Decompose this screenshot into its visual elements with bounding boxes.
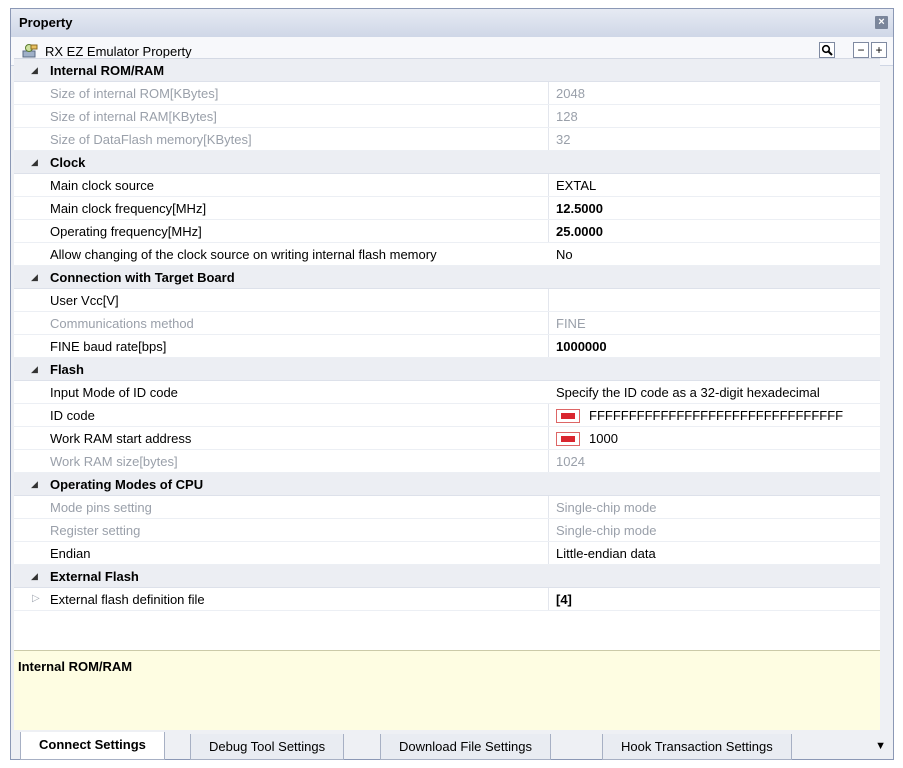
category-label: Operating Modes of CPU [50, 477, 204, 492]
property-value[interactable]: 25.0000 [556, 224, 603, 239]
property-name: FINE baud rate[bps] [50, 339, 167, 354]
property-name: Operating frequency[MHz] [50, 224, 202, 239]
hex-icon [556, 431, 580, 446]
property-name: External flash definition file [50, 592, 205, 607]
property-row: Size of internal ROM[KBytes] 2048 [14, 82, 880, 105]
property-row: Work RAM size[bytes] 1024 [14, 450, 880, 473]
property-row[interactable]: User Vcc[V] [14, 289, 880, 312]
property-name: Work RAM start address [50, 431, 192, 446]
property-value: FINE [556, 316, 586, 331]
category-clock[interactable]: ◢ Clock [14, 151, 880, 174]
category-connection[interactable]: ◢ Connection with Target Board [14, 266, 880, 289]
property-value[interactable]: 12.5000 [556, 201, 603, 216]
collapse-all-button[interactable]: − [853, 42, 869, 58]
property-row: Mode pins setting Single-chip mode [14, 496, 880, 519]
magnifier-icon [821, 44, 833, 56]
property-grid: ◢ Internal ROM/RAM Size of internal ROM[… [14, 58, 880, 651]
close-icon[interactable]: × [875, 16, 888, 29]
property-row[interactable]: Endian Little-endian data [14, 542, 880, 565]
property-value[interactable]: No [556, 247, 573, 262]
tab-download-file-settings[interactable]: Download File Settings [380, 734, 551, 760]
property-value: 1024 [556, 454, 585, 469]
property-value-container[interactable]: FFFFFFFFFFFFFFFFFFFFFFFFFFFFFFFF [556, 408, 843, 424]
property-name: Main clock source [50, 178, 155, 193]
property-value[interactable]: 1000000 [556, 339, 607, 354]
category-label: External Flash [50, 569, 139, 584]
property-name: Main clock frequency[MHz] [50, 201, 207, 216]
property-row: Size of DataFlash memory[KBytes] 32 [14, 128, 880, 151]
collapse-triangle-icon[interactable]: ◢ [31, 479, 38, 490]
property-row[interactable]: Operating frequency[MHz] 25.0000 [14, 220, 880, 243]
category-operating-modes[interactable]: ◢ Operating Modes of CPU [14, 473, 880, 496]
expand-triangle-icon[interactable]: ▷ [32, 593, 40, 604]
property-subheader-label: RX EZ Emulator Property [45, 44, 192, 59]
property-value: 1000 [589, 431, 618, 446]
property-name: User Vcc[V] [50, 293, 119, 308]
property-value: 2048 [556, 86, 585, 101]
property-row[interactable]: FINE baud rate[bps] 1000000 [14, 335, 880, 358]
property-value: Single-chip mode [556, 500, 657, 515]
property-row[interactable]: Main clock source EXTAL [14, 174, 880, 197]
property-row[interactable]: Allow changing of the clock source on wr… [14, 243, 880, 266]
collapse-triangle-icon[interactable]: ◢ [31, 272, 38, 283]
property-name: Size of internal ROM[KBytes] [50, 86, 219, 101]
property-row: Register setting Single-chip mode [14, 519, 880, 542]
category-label: Connection with Target Board [50, 270, 235, 285]
property-name: Size of internal RAM[KBytes] [50, 109, 217, 124]
collapse-triangle-icon[interactable]: ◢ [31, 157, 38, 168]
search-button[interactable] [819, 42, 835, 58]
tab-bar: Connect Settings Debug Tool Settings Dow… [10, 728, 894, 760]
property-name: Register setting [50, 523, 141, 538]
collapse-triangle-icon[interactable]: ◢ [31, 65, 38, 76]
description-pane: Internal ROM/RAM [14, 650, 880, 730]
property-value[interactable]: Specify the ID code as a 32-digit hexade… [556, 385, 820, 400]
category-flash[interactable]: ◢ Flash [14, 358, 880, 381]
category-label: Flash [50, 362, 84, 377]
property-value[interactable]: EXTAL [556, 178, 596, 193]
tab-hook-transaction-settings[interactable]: Hook Transaction Settings [602, 734, 792, 760]
hex-icon [556, 408, 580, 423]
tab-connect-settings[interactable]: Connect Settings [20, 732, 165, 760]
collapse-triangle-icon[interactable]: ◢ [31, 571, 38, 582]
property-row: Communications method FINE [14, 312, 880, 335]
panel-title: Property [19, 15, 73, 30]
tab-debug-tool-settings[interactable]: Debug Tool Settings [190, 734, 345, 760]
property-value-container[interactable]: 1000 [556, 431, 618, 447]
property-row[interactable]: Input Mode of ID code Specify the ID cod… [14, 381, 880, 404]
property-name: Size of DataFlash memory[KBytes] [50, 132, 252, 147]
property-value[interactable]: Little-endian data [556, 546, 656, 561]
property-row[interactable]: Main clock frequency[MHz] 12.5000 [14, 197, 880, 220]
property-value: FFFFFFFFFFFFFFFFFFFFFFFFFFFFFFFF [589, 408, 844, 423]
property-name: Communications method [50, 316, 194, 331]
property-row[interactable]: ID code FFFFFFFFFFFFFFFFFFFFFFFFFFFFFFFF [14, 404, 880, 427]
property-value[interactable]: [4] [556, 592, 572, 607]
category-external-flash[interactable]: ◢ External Flash [14, 565, 880, 588]
panel-titlebar: Property × [11, 9, 893, 38]
property-name: Mode pins setting [50, 500, 152, 515]
category-label: Clock [50, 155, 86, 170]
property-row[interactable]: ▷ External flash definition file [4] [14, 588, 880, 611]
expand-all-button[interactable]: + [871, 42, 887, 58]
property-name: Work RAM size[bytes] [50, 454, 178, 469]
category-label: Internal ROM/RAM [50, 63, 165, 78]
property-row: Size of internal RAM[KBytes] 128 [14, 105, 880, 128]
tab-overflow-dropdown-icon[interactable]: ▼ [875, 740, 886, 752]
property-value: Single-chip mode [556, 523, 657, 538]
property-row[interactable]: Work RAM start address 1000 [14, 427, 880, 450]
collapse-triangle-icon[interactable]: ◢ [31, 364, 38, 375]
property-name: ID code [50, 408, 95, 423]
category-internal-rom-ram[interactable]: ◢ Internal ROM/RAM [14, 59, 880, 82]
description-title: Internal ROM/RAM [18, 659, 133, 674]
property-name: Endian [50, 546, 91, 561]
property-name: Input Mode of ID code [50, 385, 178, 400]
property-name: Allow changing of the clock source on wr… [50, 247, 437, 262]
property-value: 32 [556, 132, 571, 147]
property-value: 128 [556, 109, 578, 124]
